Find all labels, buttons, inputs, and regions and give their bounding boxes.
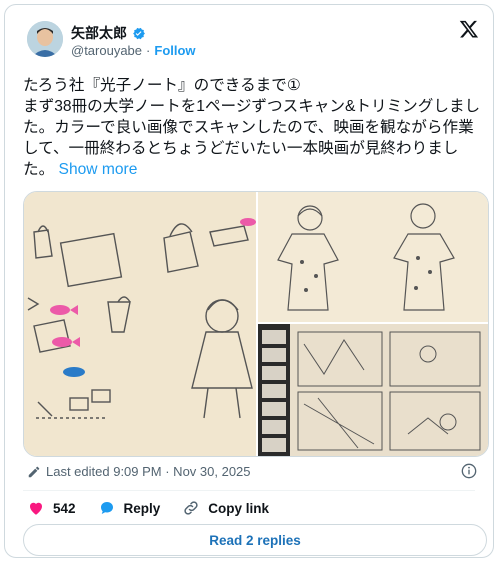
sketch-kimono-girls-icon <box>258 192 488 322</box>
sketch-bags-fish-girl-icon <box>24 192 256 456</box>
reply-bubble-icon <box>100 502 113 514</box>
like-button[interactable]: 542 <box>27 499 76 517</box>
author-name-row[interactable]: 矢部太郎 <box>71 23 146 43</box>
follow-button[interactable]: Follow <box>154 43 195 58</box>
separator-dot: · <box>146 43 151 58</box>
image-kimono-girls[interactable] <box>258 192 488 322</box>
image-bags-fish-girl[interactable] <box>24 192 256 456</box>
media-grid[interactable] <box>23 191 489 457</box>
read-replies-button[interactable]: Read 2 replies <box>23 524 487 556</box>
link-icon <box>184 501 198 515</box>
pencil-icon <box>28 466 40 477</box>
tweet-card: 矢部太郎 @tarouyabe · Follow たろう社『光子ノート』のできる… <box>4 4 494 558</box>
edited-text[interactable]: Last edited 9:09 PM · Nov 30, 2025 <box>46 464 251 479</box>
copy-link-label: Copy link <box>208 500 270 516</box>
verified-badge-icon <box>133 27 145 39</box>
avatar[interactable] <box>27 21 63 57</box>
copy-link-button[interactable]: Copy link <box>182 499 269 517</box>
reply-label: Reply <box>123 500 161 516</box>
author-handle[interactable]: @tarouyabe <box>71 43 142 58</box>
like-count: 542 <box>53 500 76 516</box>
tweet-text: たろう社『光子ノート』のできるまで① まず38冊の大学ノートを1ページずつスキャ… <box>23 75 483 180</box>
x-logo-icon[interactable] <box>459 19 479 39</box>
author-name[interactable]: 矢部太郎 <box>71 23 127 43</box>
heart-icon <box>30 502 42 515</box>
action-bar: 542 Reply Copy link <box>27 499 291 517</box>
divider <box>23 490 475 491</box>
handle-row: @tarouyabe · Follow <box>71 43 196 58</box>
show-more-link[interactable]: Show more <box>59 161 138 178</box>
info-icon[interactable] <box>461 463 477 479</box>
sketch-manga-pages-icon <box>258 324 488 456</box>
image-manga-pages[interactable] <box>258 324 488 456</box>
reply-button[interactable]: Reply <box>98 499 161 517</box>
edited-info[interactable]: Last edited 9:09 PM · Nov 30, 2025 <box>27 464 251 479</box>
